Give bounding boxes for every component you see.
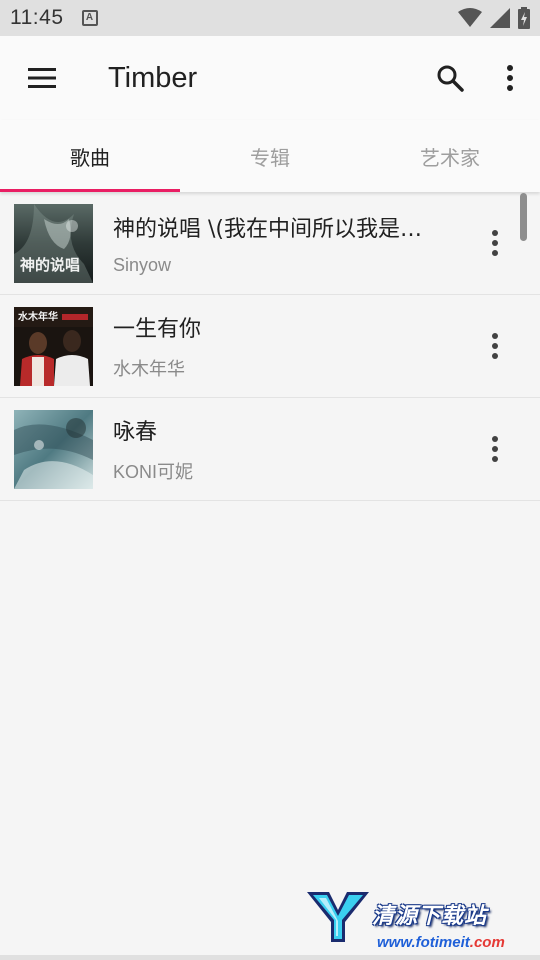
- album-art-image: 神的说唱: [14, 203, 93, 283]
- app-bar: Timber: [0, 36, 540, 120]
- song-options-button[interactable]: [450, 398, 540, 501]
- scrollbar[interactable]: [520, 193, 527, 241]
- status-time: 11:45: [10, 6, 64, 29]
- battery-icon: [518, 7, 530, 29]
- notification-icon: A: [81, 10, 98, 26]
- album-art-image: [14, 409, 93, 489]
- tab-songs[interactable]: 歌曲: [0, 120, 180, 192]
- status-bar: 11:45 A: [0, 0, 540, 36]
- watermark-url-prefix: www.fotimeit: [377, 934, 470, 951]
- watermark-logo-icon: [307, 892, 369, 942]
- album-art-text: 水木年华: [17, 310, 58, 323]
- song-title: 咏春: [113, 420, 158, 445]
- menu-button[interactable]: [0, 36, 84, 120]
- more-vert-icon: [507, 65, 513, 91]
- album-art-image: 水木年华: [14, 306, 93, 386]
- app-title: Timber: [108, 61, 198, 94]
- more-vert-icon: [492, 333, 498, 359]
- song-info: 神的说唱 \(我在中间所以我是… Sinyow: [113, 211, 450, 276]
- watermark-url-suffix: .com: [469, 934, 505, 951]
- tab-albums[interactable]: 专辑: [180, 120, 360, 192]
- album-art: 神的说唱: [14, 203, 93, 283]
- search-button[interactable]: [420, 36, 480, 120]
- song-title: 神的说唱 \(我在中间所以我是…: [113, 216, 422, 242]
- wifi-icon: [458, 8, 482, 27]
- album-art: [14, 409, 93, 489]
- song-list-item[interactable]: 咏春 KONI可妮: [0, 398, 540, 501]
- album-art-text: 神的说唱: [20, 256, 80, 274]
- song-list-item[interactable]: 水木年华 一生有你 水木年华: [0, 295, 540, 398]
- song-info: 一生有你 水木年华: [113, 311, 450, 381]
- tab-bar: 歌曲 专辑 艺术家: [0, 120, 540, 192]
- watermark-url: www.fotimeit.com: [377, 934, 505, 951]
- tab-artists[interactable]: 艺术家: [360, 120, 540, 192]
- more-vert-icon: [492, 436, 498, 462]
- song-artist: KONI可妮: [113, 462, 194, 482]
- status-indicators: [458, 7, 530, 29]
- song-list-item[interactable]: 神的说唱 神的说唱 \(我在中间所以我是… Sinyow: [0, 192, 540, 295]
- hamburger-menu-icon: [28, 68, 56, 88]
- search-icon: [437, 65, 464, 92]
- app-actions: [420, 36, 540, 120]
- watermark-brand: 清源下载站: [372, 904, 488, 929]
- song-list: 神的说唱 神的说唱 \(我在中间所以我是… Sinyow 水木年华 一生有你 水…: [0, 192, 540, 501]
- song-info: 咏春 KONI可妮: [113, 414, 450, 484]
- bottom-divider: [0, 955, 540, 960]
- overflow-menu-button[interactable]: [480, 36, 540, 120]
- signal-icon: [490, 8, 510, 28]
- song-artist: 水木年华: [113, 359, 185, 379]
- song-title: 一生有你: [113, 317, 202, 342]
- watermark: 清源下载站 www.fotimeit.com: [305, 888, 515, 954]
- song-options-button[interactable]: [450, 295, 540, 398]
- song-artist: Sinyow: [113, 254, 172, 275]
- album-art: 水木年华: [14, 306, 93, 386]
- more-vert-icon: [492, 230, 498, 256]
